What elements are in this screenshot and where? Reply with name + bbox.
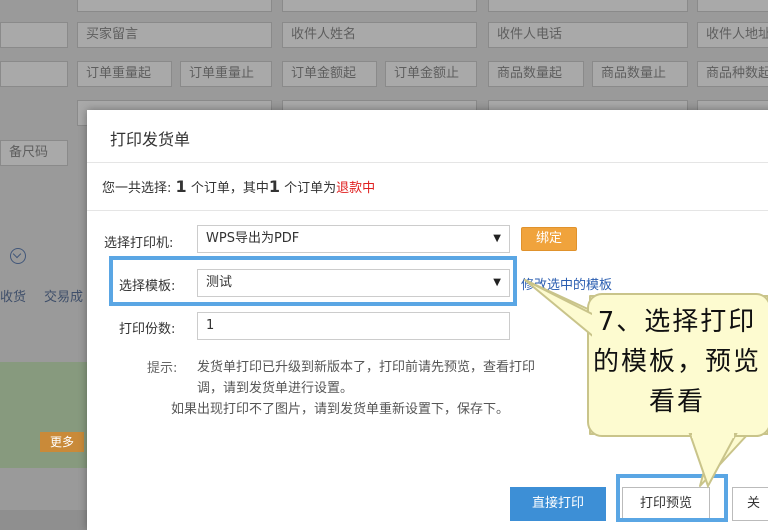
tip-text: 发货单打印已升级到新版本了，打印前请先预览，查看打印 调，请到发货单进行设置。 … — [171, 357, 597, 420]
tip-line: 调，请到发货单进行设置。 — [197, 381, 354, 396]
bg-weight-to-field: 订单重量止 — [180, 61, 272, 87]
refund-status: 退款中 — [336, 181, 376, 196]
summary-suffix: 个订单为 — [284, 181, 337, 196]
bg-filter-field — [77, 0, 272, 12]
tip-line: 如果出现打印不了图片，请到发货单重新设置下，保存下。 — [171, 402, 510, 417]
bg-weight-from-field: 订单重量起 — [77, 61, 172, 87]
bg-recipient-phone-field: 收件人电话 — [488, 22, 688, 48]
tip-line: 发货单打印已升级到新版本了，打印前请先预览，查看打印 — [197, 360, 536, 375]
selected-count: 1 — [175, 177, 187, 196]
tip-label: 提示: — [147, 361, 178, 376]
printer-label: 选择打印机: — [104, 236, 174, 251]
printer-select[interactable]: WPS导出为PDF ▼ — [197, 225, 510, 253]
summary-mid: 个订单，其中 — [190, 181, 269, 196]
copies-input[interactable]: 1 — [197, 312, 510, 340]
close-button[interactable]: 关 — [732, 487, 768, 521]
bg-tab-receive: 收货 — [0, 290, 27, 305]
bg-qty-from-field: 商品数量起 — [488, 61, 584, 87]
dialog-title: 打印发货单 — [110, 130, 191, 149]
edit-template-link[interactable]: 修改选中的模板 — [521, 274, 612, 293]
template-highlight-box — [109, 256, 517, 306]
bg-filter-field — [0, 22, 68, 48]
chevron-circle-icon — [10, 248, 26, 264]
bg-order-row — [0, 362, 90, 468]
bind-button[interactable]: 绑定 — [521, 227, 577, 251]
direct-print-button[interactable]: 直接打印 — [510, 487, 606, 521]
refund-count: 1 — [268, 177, 280, 196]
callout-text: 7、选择打印的模板，预览看看 — [592, 307, 761, 417]
bg-qty-to-field: 商品数量止 — [592, 61, 688, 87]
bg-recipient-name-field: 收件人姓名 — [282, 22, 477, 48]
bg-filter-field — [697, 0, 768, 12]
bg-more-button: 更多 — [40, 432, 84, 452]
copies-label: 打印份数: — [119, 322, 176, 337]
divider — [87, 210, 768, 211]
dialog-header: 打印发货单 — [87, 110, 768, 163]
bg-buyer-message-field: 买家留言 — [77, 22, 272, 48]
summary-prefix: 您一共选择: — [102, 181, 172, 196]
bg-filter-field — [282, 0, 477, 12]
bg-amount-to-field: 订单金额止 — [385, 61, 477, 87]
dropdown-caret-icon: ▼ — [493, 233, 501, 244]
bg-filter-field — [0, 61, 68, 87]
bg-recipient-address-field: 收件人地址 — [697, 22, 768, 48]
bg-filter-field — [488, 0, 688, 12]
selection-summary: 您一共选择: 1 个订单，其中1 个订单为退款中 — [102, 177, 375, 196]
bg-amount-from-field: 订单金额起 — [282, 61, 377, 87]
printer-value: WPS导出为PDF — [206, 231, 300, 246]
preview-highlight-box — [616, 474, 728, 522]
bg-kinds-from-field: 商品种数起 — [697, 61, 768, 87]
bg-size-field: 备尺码 — [0, 140, 68, 166]
bg-tab-deal: 交易成 — [44, 290, 84, 305]
